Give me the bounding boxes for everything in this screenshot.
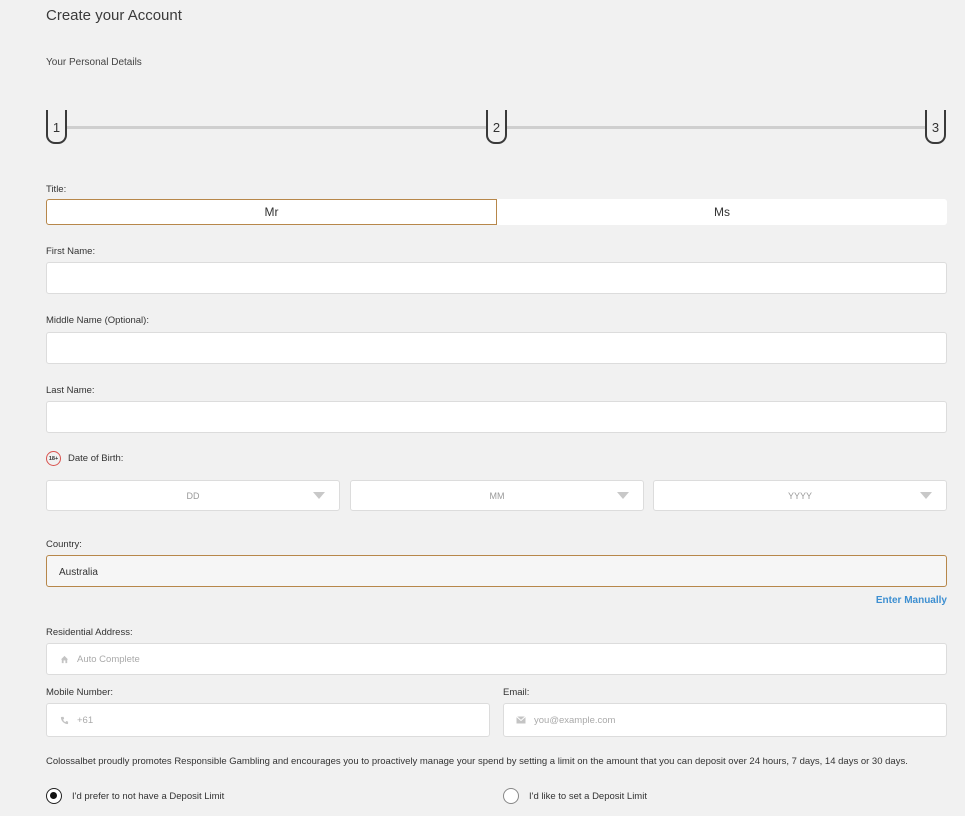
country-select[interactable]: Australia	[46, 555, 947, 587]
mobile-placeholder: +61	[77, 714, 94, 726]
address-placeholder: Auto Complete	[77, 653, 140, 665]
country-label: Country:	[46, 539, 82, 550]
email-placeholder: you@example.com	[534, 714, 616, 726]
step-line-2	[507, 126, 925, 129]
title-label: Title:	[46, 184, 67, 195]
first-name-label: First Name:	[46, 246, 96, 257]
dob-day-placeholder: DD	[186, 491, 200, 501]
no-deposit-limit-label[interactable]: I'd prefer to not have a Deposit Limit	[72, 791, 224, 802]
chevron-down-icon	[313, 492, 325, 499]
dob-day-select[interactable]: DD	[46, 480, 340, 511]
title-option-mr[interactable]: Mr	[46, 199, 497, 225]
enter-manually-link[interactable]: Enter Manually	[876, 595, 947, 606]
dob-label: Date of Birth:	[68, 453, 124, 464]
dob-year-select[interactable]: YYYY	[653, 480, 947, 511]
mobile-label: Mobile Number:	[46, 687, 114, 698]
middle-name-label: Middle Name (Optional):	[46, 315, 149, 326]
address-input[interactable]: Auto Complete	[46, 643, 947, 675]
step-2: 2	[486, 110, 507, 144]
step-line-1	[66, 126, 488, 129]
email-label: Email:	[503, 687, 530, 698]
page-title: Create your Account	[46, 7, 182, 24]
no-deposit-limit-radio[interactable]	[46, 788, 62, 804]
address-label: Residential Address:	[46, 627, 133, 638]
first-name-input[interactable]	[46, 262, 947, 294]
chevron-down-icon	[920, 492, 932, 499]
mobile-input[interactable]: +61	[46, 703, 490, 737]
responsible-gambling-text: Colossalbet proudly promotes Responsible…	[46, 756, 908, 767]
dob-month-select[interactable]: MM	[350, 480, 644, 511]
envelope-icon	[516, 715, 526, 725]
last-name-label: Last Name:	[46, 385, 95, 396]
email-input[interactable]: you@example.com	[503, 703, 947, 737]
set-deposit-limit-radio[interactable]	[503, 788, 519, 804]
step-3: 3	[925, 110, 946, 144]
home-icon	[59, 654, 69, 664]
section-subtitle: Your Personal Details	[46, 57, 142, 68]
chevron-down-icon	[617, 492, 629, 499]
dob-year-placeholder: YYYY	[787, 491, 812, 501]
phone-icon	[59, 715, 69, 725]
dob-month-placeholder: MM	[489, 491, 505, 501]
middle-name-input[interactable]	[46, 332, 947, 364]
title-option-ms[interactable]: Ms	[497, 199, 947, 225]
set-deposit-limit-label[interactable]: I'd like to set a Deposit Limit	[529, 791, 647, 802]
step-1: 1	[46, 110, 67, 144]
last-name-input[interactable]	[46, 401, 947, 433]
age-18-badge: 18+	[46, 451, 61, 466]
